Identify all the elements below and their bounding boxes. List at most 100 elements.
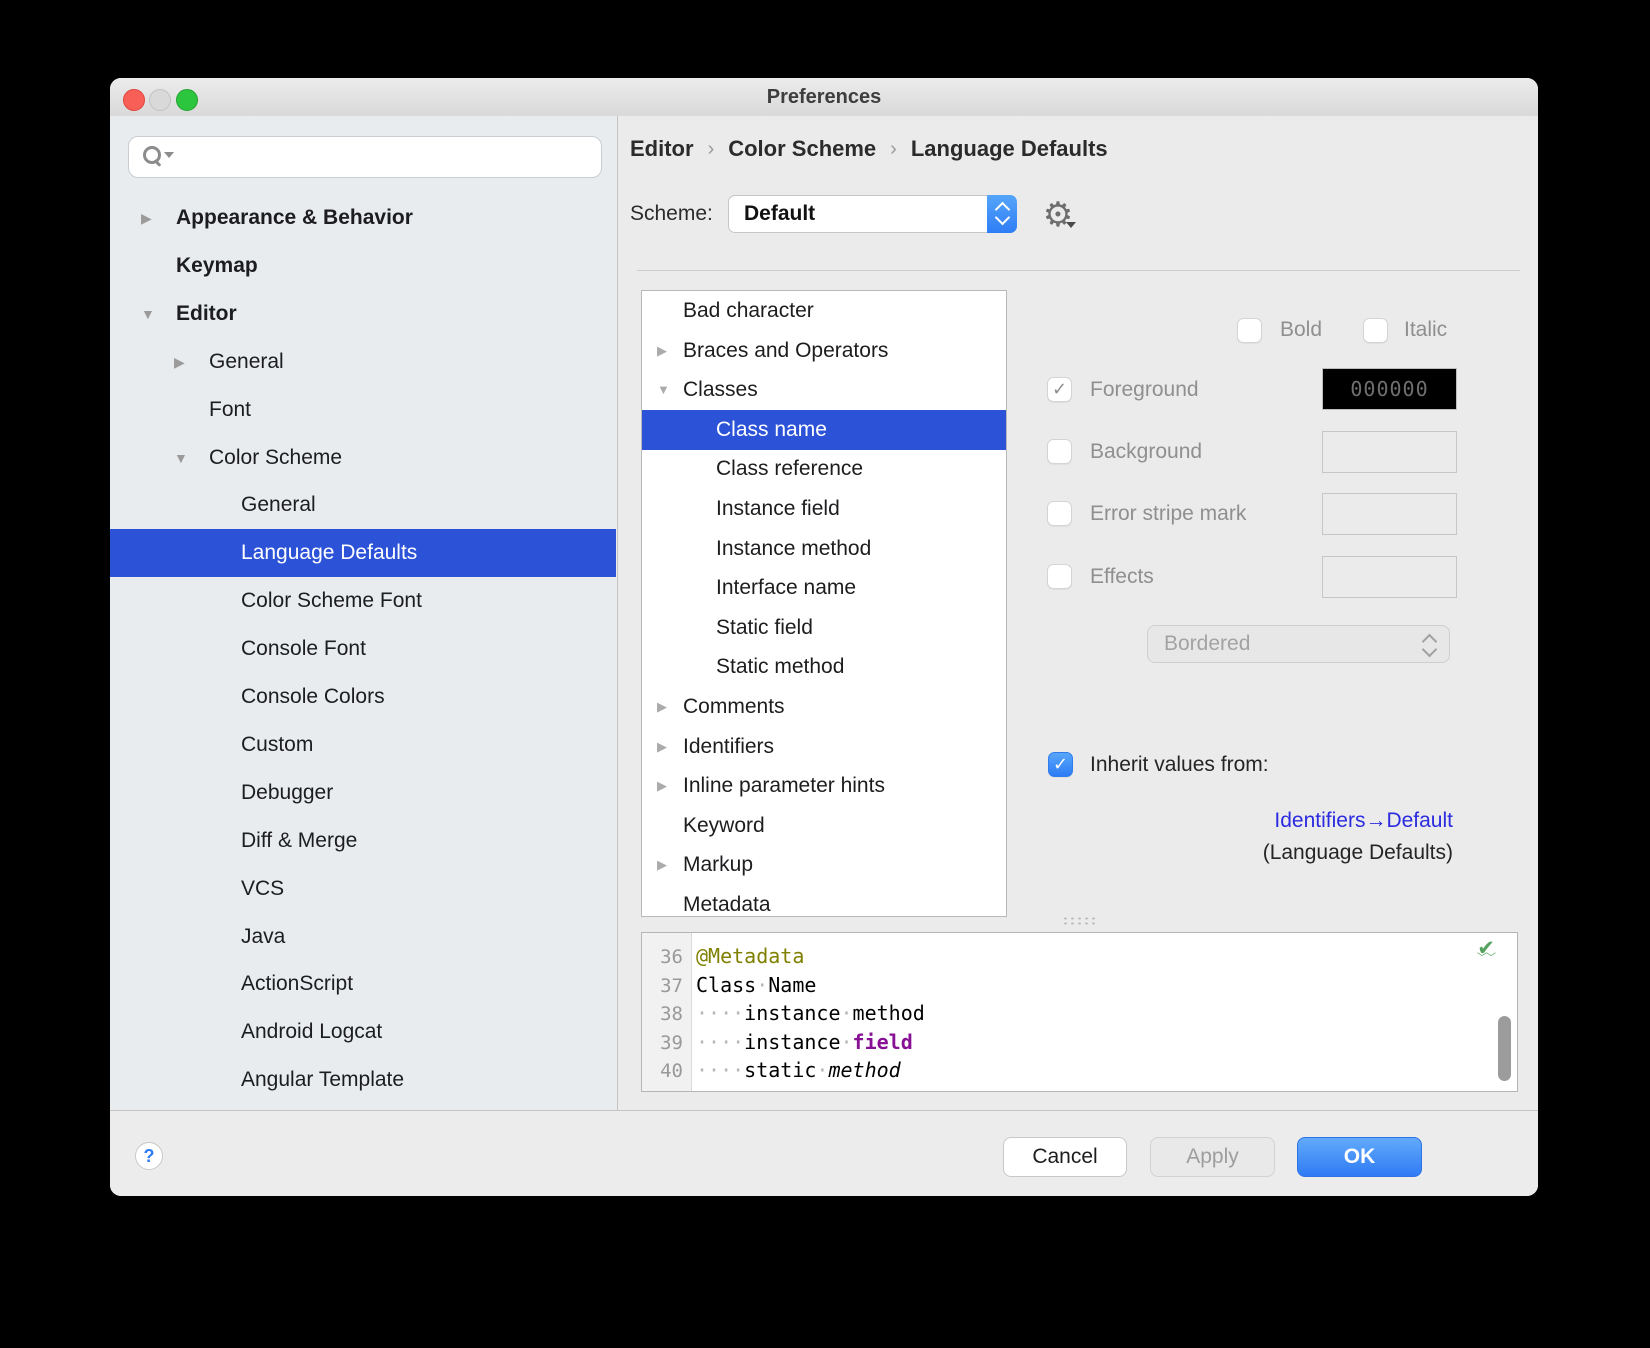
chevron-collapsed-icon[interactable]: ▶ bbox=[657, 845, 667, 885]
chevron-collapsed-icon[interactable]: ▶ bbox=[657, 727, 667, 767]
sidebar-item-vcs[interactable]: VCS bbox=[110, 865, 616, 913]
error-stripe-swatch[interactable] bbox=[1322, 493, 1457, 535]
inherit-source-note: (Language Defaults) bbox=[1263, 839, 1453, 867]
attribute-item-classes[interactable]: ▼Classes bbox=[642, 370, 1006, 410]
sidebar-item-general[interactable]: General bbox=[110, 481, 616, 529]
sidebar-item-appearance-behavior[interactable]: ▶Appearance & Behavior bbox=[110, 194, 616, 242]
line-number: 38 bbox=[642, 1000, 696, 1029]
code-line: 38····instance·method bbox=[642, 999, 1517, 1028]
scheme-select[interactable]: Default bbox=[728, 195, 1017, 233]
sidebar-item-custom[interactable]: Custom bbox=[110, 721, 616, 769]
code-token: ···· bbox=[696, 1030, 744, 1054]
italic-checkbox[interactable] bbox=[1363, 318, 1388, 343]
attribute-item-bad-character[interactable]: Bad character bbox=[642, 291, 1006, 331]
sidebar-item-font[interactable]: Font bbox=[110, 386, 616, 434]
background-swatch[interactable] bbox=[1322, 431, 1457, 473]
attribute-item-interface-name[interactable]: Interface name bbox=[642, 568, 1006, 608]
sidebar-item-android-logcat[interactable]: Android Logcat bbox=[110, 1008, 616, 1056]
attribute-item-identifiers[interactable]: ▶ Identifiers bbox=[642, 727, 1006, 767]
italic-label: Italic bbox=[1404, 316, 1447, 344]
breadcrumb-separator: › bbox=[890, 138, 897, 161]
ok-button[interactable]: OK bbox=[1297, 1137, 1422, 1177]
effects-swatch[interactable] bbox=[1322, 556, 1457, 598]
line-number: 37 bbox=[642, 972, 696, 1001]
attribute-item-static-field[interactable]: Static field bbox=[642, 608, 1006, 648]
background-checkbox[interactable] bbox=[1047, 439, 1072, 464]
chevron-expanded-icon[interactable]: ▼ bbox=[657, 370, 670, 410]
sidebar-item-diff-merge[interactable]: Diff & Merge bbox=[110, 817, 616, 865]
sidebar-item-keymap[interactable]: Keymap bbox=[110, 242, 616, 290]
attribute-item-label: Identifiers bbox=[683, 727, 774, 767]
chevron-collapsed-icon[interactable]: ▶ bbox=[141, 194, 152, 242]
apply-button[interactable]: Apply bbox=[1150, 1137, 1275, 1177]
attribute-item-metadata[interactable]: Metadata bbox=[642, 885, 1006, 917]
search-box[interactable] bbox=[128, 136, 602, 178]
inherit-checkbox[interactable] bbox=[1048, 752, 1073, 777]
sidebar-item-label: Color Scheme bbox=[209, 434, 342, 482]
attribute-item-comments[interactable]: ▶Comments bbox=[642, 687, 1006, 727]
breadcrumb-color-scheme[interactable]: Color Scheme bbox=[728, 136, 876, 162]
line-number: 40 bbox=[642, 1057, 696, 1086]
breadcrumb-editor[interactable]: Editor bbox=[630, 136, 694, 162]
sidebar-item-console-colors[interactable]: Console Colors bbox=[110, 673, 616, 721]
preview-scrollbar[interactable] bbox=[1498, 1016, 1511, 1081]
sidebar-item-label: General bbox=[209, 338, 284, 386]
chevron-expanded-icon[interactable]: ▼ bbox=[141, 290, 155, 338]
help-button[interactable]: ? bbox=[135, 1142, 163, 1170]
foreground-checkbox[interactable] bbox=[1047, 377, 1072, 402]
chevron-collapsed-icon[interactable]: ▶ bbox=[657, 687, 667, 727]
attribute-item-label: Markup bbox=[683, 845, 753, 885]
sidebar-item-java[interactable]: Java bbox=[110, 913, 616, 961]
sidebar-item-angular-template[interactable]: Angular Template bbox=[110, 1056, 616, 1104]
preview-editor[interactable]: 36@Metadata37Class·Name38····instance·me… bbox=[641, 932, 1518, 1092]
sidebar-item-console-font[interactable]: Console Font bbox=[110, 625, 616, 673]
sidebar-item-label: Angular Template bbox=[241, 1056, 404, 1104]
sidebar-item-general[interactable]: ▶ General bbox=[110, 338, 616, 386]
bold-checkbox[interactable] bbox=[1237, 318, 1262, 343]
sidebar-item-color-scheme[interactable]: ▼ Color Scheme bbox=[110, 434, 616, 482]
foreground-swatch[interactable]: 000000 bbox=[1322, 368, 1457, 410]
attribute-item-class-name[interactable]: Class name bbox=[642, 410, 1006, 450]
stepper-icon[interactable] bbox=[987, 195, 1017, 233]
attribute-item-label: Interface name bbox=[716, 568, 856, 608]
attribute-item-braces-and-operators[interactable]: ▶Braces and Operators bbox=[642, 331, 1006, 371]
chevron-collapsed-icon[interactable]: ▶ bbox=[657, 766, 667, 806]
foreground-label: Foreground bbox=[1090, 376, 1199, 404]
attribute-item-static-method[interactable]: Static method bbox=[642, 647, 1006, 687]
attribute-item-keyword[interactable]: Keyword bbox=[642, 806, 1006, 846]
sidebar-item-label: General bbox=[241, 481, 316, 529]
sidebar-item-color-scheme-font[interactable]: Color Scheme Font bbox=[110, 577, 616, 625]
chevron-collapsed-icon[interactable]: ▶ bbox=[174, 338, 185, 386]
sidebar-item-debugger[interactable]: Debugger bbox=[110, 769, 616, 817]
effects-style-select[interactable]: Bordered bbox=[1147, 625, 1450, 663]
attribute-item-instance-field[interactable]: Instance field bbox=[642, 489, 1006, 529]
attribute-item-inline-parameter-hints[interactable]: ▶ Inline parameter hints bbox=[642, 766, 1006, 806]
attribute-item-instance-method[interactable]: Instance method bbox=[642, 529, 1006, 569]
chevron-collapsed-icon[interactable]: ▶ bbox=[657, 331, 667, 371]
error-stripe-checkbox[interactable] bbox=[1047, 501, 1072, 526]
splitter-handle-icon[interactable] bbox=[1062, 916, 1098, 926]
window-title: Preferences bbox=[110, 78, 1538, 116]
line-number: 36 bbox=[642, 943, 696, 972]
attribute-item-class-reference[interactable]: Class reference bbox=[642, 449, 1006, 489]
code-token: ···· bbox=[696, 1001, 744, 1025]
sidebar-item-editor[interactable]: ▼Editor bbox=[110, 290, 616, 338]
code-line: 40····static·method bbox=[642, 1056, 1517, 1085]
attribute-item-label: Inline parameter hints bbox=[683, 766, 885, 806]
sidebar-item-label: VCS bbox=[241, 865, 284, 913]
effects-style-value: Bordered bbox=[1164, 626, 1250, 662]
background-label: Background bbox=[1090, 438, 1202, 466]
sidebar-item-language-defaults[interactable]: Language Defaults bbox=[110, 529, 616, 577]
cancel-button[interactable]: Cancel bbox=[1003, 1137, 1127, 1177]
sidebar-item-actionscript[interactable]: ActionScript bbox=[110, 960, 616, 1008]
breadcrumb: Editor › Color Scheme › Language Default… bbox=[630, 134, 1108, 164]
attribute-item-markup[interactable]: ▶ Markup bbox=[642, 845, 1006, 885]
sidebar-item-label: Diff & Merge bbox=[241, 817, 357, 865]
inherit-source-link[interactable]: Identifiers→Default bbox=[1274, 807, 1453, 835]
inspections-ok-icon[interactable]: ✔﹀﹀ bbox=[1473, 939, 1499, 969]
search-input[interactable] bbox=[171, 146, 601, 169]
chevron-expanded-icon[interactable]: ▼ bbox=[174, 434, 188, 482]
effects-checkbox[interactable] bbox=[1047, 564, 1072, 589]
code-token: field bbox=[853, 1030, 913, 1054]
gear-icon[interactable]: ⚙ bbox=[1038, 196, 1078, 234]
